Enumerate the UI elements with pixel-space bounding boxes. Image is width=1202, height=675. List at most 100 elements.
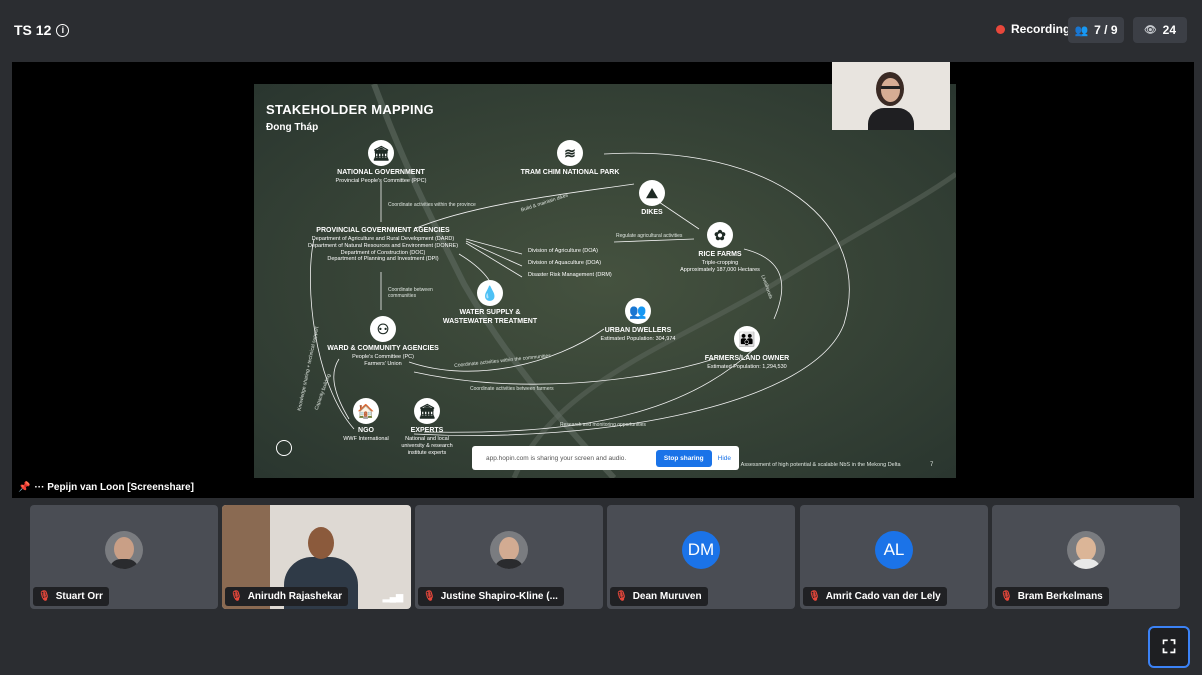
community-icon: ⚇: [370, 316, 396, 342]
node-line: Department of Agriculture and Rural Deve…: [311, 235, 455, 242]
node-title: WASTEWATER TREATMENT: [442, 317, 538, 325]
avatar: [490, 531, 528, 569]
presenter-camera: [832, 62, 950, 130]
screenshare-label: 📌 ··· Pepijn van Loon [Screenshare]: [18, 482, 194, 493]
shared-slide: STAKEHOLDER MAPPING Đong Tháp 🏛 NATIONAL…: [254, 84, 956, 478]
institution-icon: 🏛: [414, 398, 440, 424]
signal-strength-icon: ▂▄▆: [382, 592, 403, 602]
mic-muted-icon: 🎙: [615, 591, 628, 602]
participant-video-head: [308, 527, 334, 559]
node-tram-chim: ≋ TRAM CHIM NATIONAL PARK: [510, 140, 630, 178]
people-icon: 👥: [1074, 24, 1089, 37]
flow-label: Coordinate activities within the provinc…: [388, 202, 476, 208]
node-water-supply: 💧 WATER SUPPLY & WASTEWATER TREATMENT: [440, 280, 540, 327]
participant-tile[interactable]: DM 🎙 Dean Muruven: [607, 505, 795, 609]
node-sub: WWF International: [343, 435, 389, 442]
node-title: WARD & COMMUNITY AGENCIES: [327, 345, 439, 352]
node-sub: Estimated Population: 1,294,530: [707, 363, 787, 370]
avatar: DM: [682, 531, 720, 569]
attendees-button[interactable]: 👥 7 / 9: [1068, 17, 1124, 43]
participant-name-tag: 🎙 Justine Shapiro-Kline (...: [418, 587, 564, 606]
node-sub: Approximately 187,000 Hectares: [680, 266, 760, 273]
node-ngo: 🏠 NGO WWF International: [336, 398, 396, 443]
node-dikes: ⛰ DIKES: [632, 180, 672, 218]
people-group-icon: 👥: [625, 298, 651, 324]
node-title: EXPERTS: [410, 427, 444, 434]
node-farmers: 👪 FARMERS/LAND OWNER Estimated Populatio…: [692, 326, 802, 371]
node-experts: 🏛 EXPERTS National and local university …: [394, 398, 460, 456]
avatar: [1067, 531, 1105, 569]
recording-indicator: Recording: [996, 22, 1070, 36]
farmers-icon: 👪: [734, 326, 760, 352]
participant-name-tag: 🎙 Stuart Orr: [33, 587, 109, 606]
avatar: AL: [875, 531, 913, 569]
participant-tile[interactable]: 🎙 Justine Shapiro-Kline (...: [415, 505, 603, 609]
participant-name: Stuart Orr: [55, 591, 103, 602]
participant-tile[interactable]: 🎙 Bram Berkelmans: [992, 505, 1180, 609]
node-line: Disaster Risk Management (DRM): [528, 271, 612, 278]
participant-name: Dean Muruven: [632, 591, 702, 602]
participant-tile[interactable]: 🎙 Anirudh Rajashekar ▂▄▆: [222, 505, 411, 609]
slide-subtitle: Đong Tháp: [266, 122, 319, 133]
room-title-text: TS 12: [14, 22, 52, 38]
eye-icon: 👁: [1143, 24, 1157, 36]
node-title: PROVINCIAL GOVERNMENT AGENCIES: [316, 227, 450, 234]
attendees-count: 7 / 9: [1094, 23, 1118, 37]
node-line: Department of Planning and Investment (D…: [327, 256, 439, 263]
presenter-body: [868, 108, 914, 130]
node-divisions: Division of Agriculture (DOA) Division o…: [528, 248, 623, 279]
node-title: NGO: [358, 427, 374, 434]
recording-label: Recording: [1011, 22, 1071, 36]
node-national-government: 🏛 NATIONAL GOVERNMENT Provincial People'…: [331, 140, 431, 185]
government-building-icon: 🏛: [368, 140, 394, 166]
node-title: FARMERS/LAND OWNER: [704, 355, 790, 362]
share-notification-text: app.hopin.com is sharing your screen and…: [486, 454, 627, 462]
viewers-button[interactable]: 👁 24: [1133, 17, 1187, 43]
presenter-face: [881, 78, 900, 102]
node-urban-dwellers: 👥 URBAN DWELLERS Estimated Population: 3…: [588, 298, 688, 343]
node-title: NATIONAL GOVERNMENT: [337, 169, 425, 176]
node-title: TRAM CHIM NATIONAL PARK: [520, 169, 620, 176]
participant-name: Justine Shapiro-Kline (...: [440, 591, 558, 602]
participant-name-tag: 🎙 Anirudh Rajashekar: [225, 587, 349, 606]
node-title: DIKES: [641, 209, 663, 216]
stop-sharing-button[interactable]: Stop sharing: [655, 449, 712, 467]
mic-muted-icon: 🎙: [423, 591, 436, 602]
participant-tile[interactable]: 🎙 Stuart Orr: [30, 505, 218, 609]
flow-label: Research and monitoring opportunities: [560, 422, 646, 428]
exit-fullscreen-button[interactable]: ⛶: [1148, 626, 1190, 668]
node-provincial-agencies: PROVINCIAL GOVERNMENT AGENCIES Departmen…: [298, 227, 468, 263]
node-ward-community: ⚇ WARD & COMMUNITY AGENCIES People's Com…: [318, 316, 448, 368]
dike-icon: ⛰: [639, 180, 665, 206]
hide-button[interactable]: Hide: [718, 455, 731, 462]
mic-muted-icon: 🎙: [230, 591, 243, 602]
mic-muted-icon: 🎙: [1000, 591, 1013, 602]
participant-name: Bram Berkelmans: [1017, 591, 1103, 602]
node-title: WATER SUPPLY &: [459, 309, 521, 316]
room-title: TS 12 i: [14, 22, 70, 38]
node-sub: Farmers' Union: [364, 360, 402, 367]
slide-title: STAKEHOLDER MAPPING: [266, 102, 434, 117]
node-line: Department of Construction (DOC): [340, 249, 426, 256]
water-drop-icon: 💧: [477, 280, 503, 306]
participant-tile[interactable]: AL 🎙 Amrit Cado van der Lely: [800, 505, 988, 609]
participant-name-tag: 🎙 Bram Berkelmans: [995, 587, 1109, 606]
info-icon[interactable]: i: [56, 23, 70, 37]
node-sub: university & research: [401, 442, 453, 449]
participant-name-tag: 🎙 Dean Muruven: [610, 587, 708, 606]
slide-footer: | Assessment of high potential & scalabl…: [738, 462, 901, 468]
flow-label: Regulate agricultural activities: [616, 233, 683, 239]
presenter-glasses: [881, 86, 900, 89]
screenshare-owner: ··· Pepijn van Loon [Screenshare]: [34, 482, 194, 493]
node-line: Division of Agriculture (DOA): [528, 248, 598, 254]
node-rice-farms: ✿ RICE FARMS Triple-cropping Approximate…: [670, 222, 770, 274]
exit-fullscreen-icon: ⛶: [1162, 636, 1176, 657]
node-sub: Provincial People's Committee (PPC): [335, 177, 427, 184]
pin-icon[interactable]: 📌: [18, 482, 30, 493]
node-sub: National and local: [405, 435, 449, 442]
wetland-icon: ≋: [557, 140, 583, 166]
flow-label: Coordinate between communities: [388, 287, 433, 299]
viewers-count: 24: [1162, 23, 1177, 37]
rice-icon: ✿: [707, 222, 733, 248]
node-sub: Estimated Population: 304,974: [600, 335, 676, 342]
